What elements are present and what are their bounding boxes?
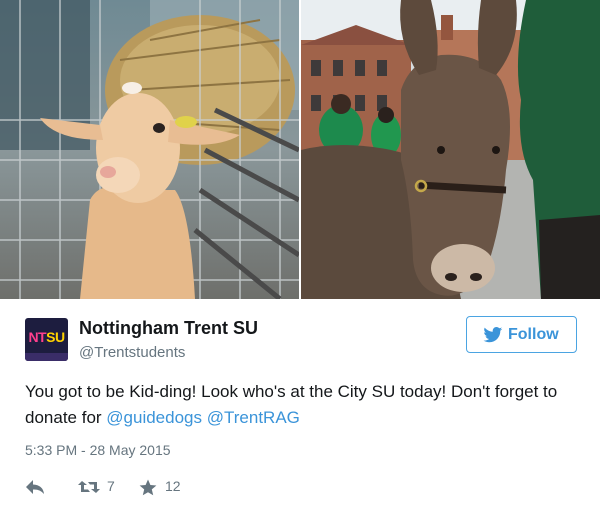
avatar-logo-text: NTSU [25, 329, 68, 345]
avatar[interactable]: NTSU [25, 318, 68, 361]
tweet-card: NTSU Nottingham Trent SU @Trentstudents … [0, 299, 600, 513]
goat-photo[interactable] [0, 0, 299, 299]
reply-arrow-icon [26, 480, 44, 494]
follow-button[interactable]: Follow [466, 316, 577, 353]
retweet-icon [78, 481, 100, 493]
tweet-timestamp[interactable]: 5:33 PM - 28 May 2015 [25, 442, 171, 458]
display-name[interactable]: Nottingham Trent SU [79, 318, 258, 339]
mention-trentrag[interactable]: @TrentRAG [207, 408, 300, 427]
mention-guidedogs[interactable]: @guidedogs [106, 408, 202, 427]
follow-button-label: Follow [508, 326, 559, 343]
tweet-media[interactable] [0, 0, 600, 299]
user-handle[interactable]: @Trentstudents [79, 344, 185, 361]
avatar-accent-bar [25, 353, 68, 361]
twitter-bird-icon [483, 327, 503, 343]
retweet-button[interactable]: 7 [77, 476, 125, 498]
favorite-count: 12 [165, 478, 181, 494]
star-icon [139, 479, 157, 496]
tweet-actions: 7 12 [25, 476, 225, 498]
donkey-photo[interactable] [301, 0, 600, 299]
favorite-button[interactable]: 12 [139, 476, 189, 498]
avatar-logo-su: SU [46, 329, 65, 345]
avatar-logo-nt: NT [28, 329, 47, 345]
tweet-text: You got to be Kid-ding! Look who's at th… [25, 379, 585, 431]
retweet-count: 7 [107, 478, 115, 494]
reply-button[interactable] [25, 476, 49, 498]
